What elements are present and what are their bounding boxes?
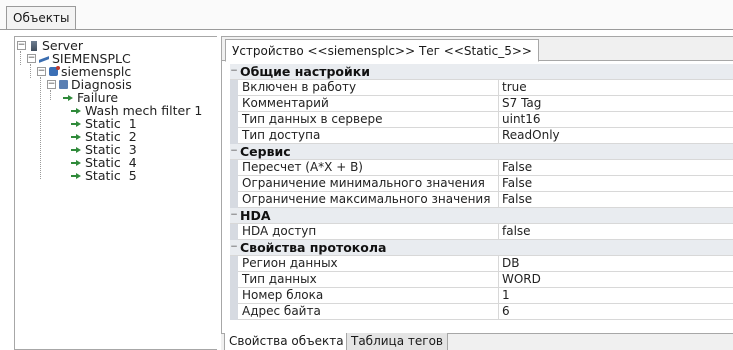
collapse-icon[interactable]: − [37, 67, 46, 76]
category-hda[interactable]: HDA − [230, 208, 733, 224]
plc-channel-icon [39, 55, 49, 63]
collapse-icon[interactable]: − [47, 80, 56, 89]
property-value[interactable]: false [499, 224, 733, 240]
property-row[interactable]: Комментарий S7 Tag [230, 96, 733, 112]
tree-connector [30, 64, 31, 78]
category-protocol[interactable]: Свойства протокола − [230, 240, 733, 256]
category-title: Сервис [230, 144, 733, 160]
property-row[interactable]: Номер блока 1 [230, 288, 733, 304]
property-value[interactable]: WORD [499, 272, 733, 288]
tag-icon [71, 158, 82, 167]
property-value[interactable]: DB [499, 256, 733, 272]
collapse-icon[interactable]: − [230, 211, 238, 220]
property-row[interactable]: Регион данных DB [230, 256, 733, 272]
property-row[interactable]: Пересчет (A*X + B) False [230, 160, 733, 176]
property-row[interactable]: Ограничение максимального значения False [230, 192, 733, 208]
tab-tag-table[interactable]: Таблица тегов [346, 333, 448, 350]
bottom-tabstrip: Свойства объекта Таблица тегов [221, 333, 733, 350]
row-gutter [230, 176, 238, 192]
tag-icon [71, 106, 82, 115]
property-row[interactable]: Включен в работу true [230, 80, 733, 96]
row-gutter [230, 80, 238, 96]
row-gutter [230, 288, 238, 304]
row-gutter [230, 160, 238, 176]
property-name: Тип данных [238, 272, 499, 288]
category-general[interactable]: Общие настройки − [230, 64, 733, 80]
property-value[interactable]: False [499, 160, 733, 176]
tag-icon [71, 145, 82, 154]
diagnosis-group-icon [59, 80, 68, 89]
collapse-icon[interactable]: − [27, 54, 36, 63]
row-gutter [230, 112, 238, 128]
collapse-icon[interactable]: − [230, 147, 238, 156]
tag-icon [71, 132, 82, 141]
collapse-icon[interactable]: − [230, 243, 238, 252]
tree-item-static-5[interactable]: Static 5 [71, 169, 137, 182]
tree-connector [20, 51, 21, 65]
property-row[interactable]: HDA доступ false [230, 224, 733, 240]
row-gutter [230, 224, 238, 240]
tab-device-tag[interactable]: Устройство <<siemensplc>> Тег <<Static_5… [225, 39, 539, 62]
property-name: Тип доступа [238, 128, 499, 144]
property-row[interactable]: Ограничение минимального значения False [230, 176, 733, 192]
server-icon [31, 40, 37, 51]
property-row[interactable]: Тип доступа ReadOnly [230, 128, 733, 144]
device-icon [49, 66, 60, 76]
property-name: Номер блока [238, 288, 499, 304]
property-value[interactable]: 1 [499, 288, 733, 304]
category-title: Общие настройки [230, 64, 733, 80]
document-tabstrip: Устройство <<siemensplc>> Тег <<Static_5… [222, 37, 733, 62]
property-row[interactable]: Адрес байта 6 [230, 304, 733, 320]
property-name: Адрес байта [238, 304, 499, 320]
tag-icon [63, 93, 74, 102]
top-tabbar: Объекты [0, 0, 733, 30]
tree-item-label: Static 5 [85, 168, 137, 183]
row-gutter [230, 192, 238, 208]
property-name: Ограничение максимального значения [238, 192, 499, 208]
property-value[interactable]: true [499, 80, 733, 96]
row-gutter [230, 128, 238, 144]
object-tree: − Server − SIEMENSPLC − siemensplc − Dia… [14, 36, 217, 350]
properties-panel: Устройство <<siemensplc>> Тег <<Static_5… [221, 36, 733, 350]
category-service[interactable]: Сервис − [230, 144, 733, 160]
property-name: Пересчет (A*X + B) [238, 160, 499, 176]
property-name: HDA доступ [238, 224, 499, 240]
property-name: Включен в работу [238, 80, 499, 96]
tab-object-properties[interactable]: Свойства объекта [224, 333, 349, 350]
collapse-icon[interactable]: − [17, 41, 26, 50]
property-name: Ограничение минимального значения [238, 176, 499, 192]
category-title: Свойства протокола [230, 240, 733, 256]
tab-objects[interactable]: Объекты [6, 6, 77, 30]
property-value[interactable]: False [499, 192, 733, 208]
row-gutter [230, 304, 238, 320]
top-divider [0, 29, 733, 30]
property-value[interactable]: 6 [499, 304, 733, 320]
property-name: Комментарий [238, 96, 499, 112]
property-value[interactable]: False [499, 176, 733, 192]
tree-connector [50, 90, 51, 100]
property-name: Регион данных [238, 256, 499, 272]
row-gutter [230, 96, 238, 112]
row-gutter [230, 256, 238, 272]
property-value[interactable]: S7 Tag [499, 96, 733, 112]
property-row[interactable]: Тип данных в сервере uint16 [230, 112, 733, 128]
property-row[interactable]: Тип данных WORD [230, 272, 733, 288]
property-value[interactable]: ReadOnly [499, 128, 733, 144]
property-name: Тип данных в сервере [238, 112, 499, 128]
tag-icon [71, 171, 82, 180]
tree-connector [40, 77, 41, 179]
tag-icon [71, 119, 82, 128]
row-gutter [230, 272, 238, 288]
category-title: HDA [230, 208, 733, 224]
property-value[interactable]: uint16 [499, 112, 733, 128]
collapse-icon[interactable]: − [230, 67, 238, 76]
